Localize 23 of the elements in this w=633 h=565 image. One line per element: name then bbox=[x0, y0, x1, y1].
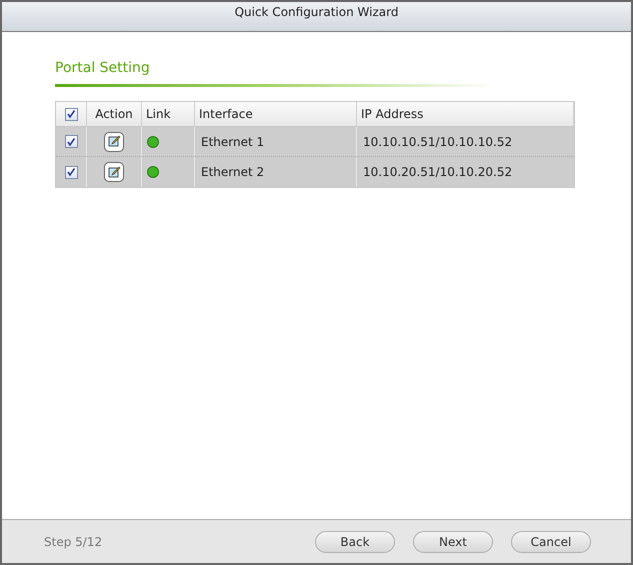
table-cell-text: 10.10.20.51/10.10.20.52 bbox=[362, 164, 514, 181]
table-cell: Ethernet 2 bbox=[195, 157, 357, 187]
column-header: Link bbox=[142, 102, 195, 126]
table-cell: Ethernet 1 bbox=[195, 127, 357, 156]
window-title: Quick Configuration Wizard bbox=[234, 4, 398, 21]
pencil-icon bbox=[108, 166, 120, 178]
column-header: Action bbox=[87, 102, 142, 126]
column-header: Interface bbox=[195, 102, 357, 126]
edit-button[interactable] bbox=[104, 162, 124, 182]
table-cell-text: 10.10.10.51/10.10.10.52 bbox=[362, 134, 514, 150]
wizard-button[interactable]: Back bbox=[315, 530, 395, 552]
checkbox[interactable] bbox=[64, 108, 78, 120]
table-row[interactable]: Ethernet 2 10.10.20.51/10.10.20.52 bbox=[56, 157, 574, 187]
wizard-button[interactable]: Cancel bbox=[511, 530, 591, 552]
step-indicator: Step 5/12 bbox=[44, 534, 104, 550]
column-header: IP Address bbox=[357, 102, 574, 126]
edit-button[interactable] bbox=[104, 132, 124, 152]
wizard-button[interactable]: Next bbox=[413, 530, 493, 552]
table-row[interactable]: Ethernet 1 10.10.10.51/10.10.10.52 bbox=[56, 127, 574, 157]
pencil-icon bbox=[108, 135, 120, 148]
checkbox[interactable] bbox=[64, 135, 78, 148]
checkbox[interactable] bbox=[64, 166, 78, 178]
section-title: Portal Setting bbox=[55, 59, 151, 78]
